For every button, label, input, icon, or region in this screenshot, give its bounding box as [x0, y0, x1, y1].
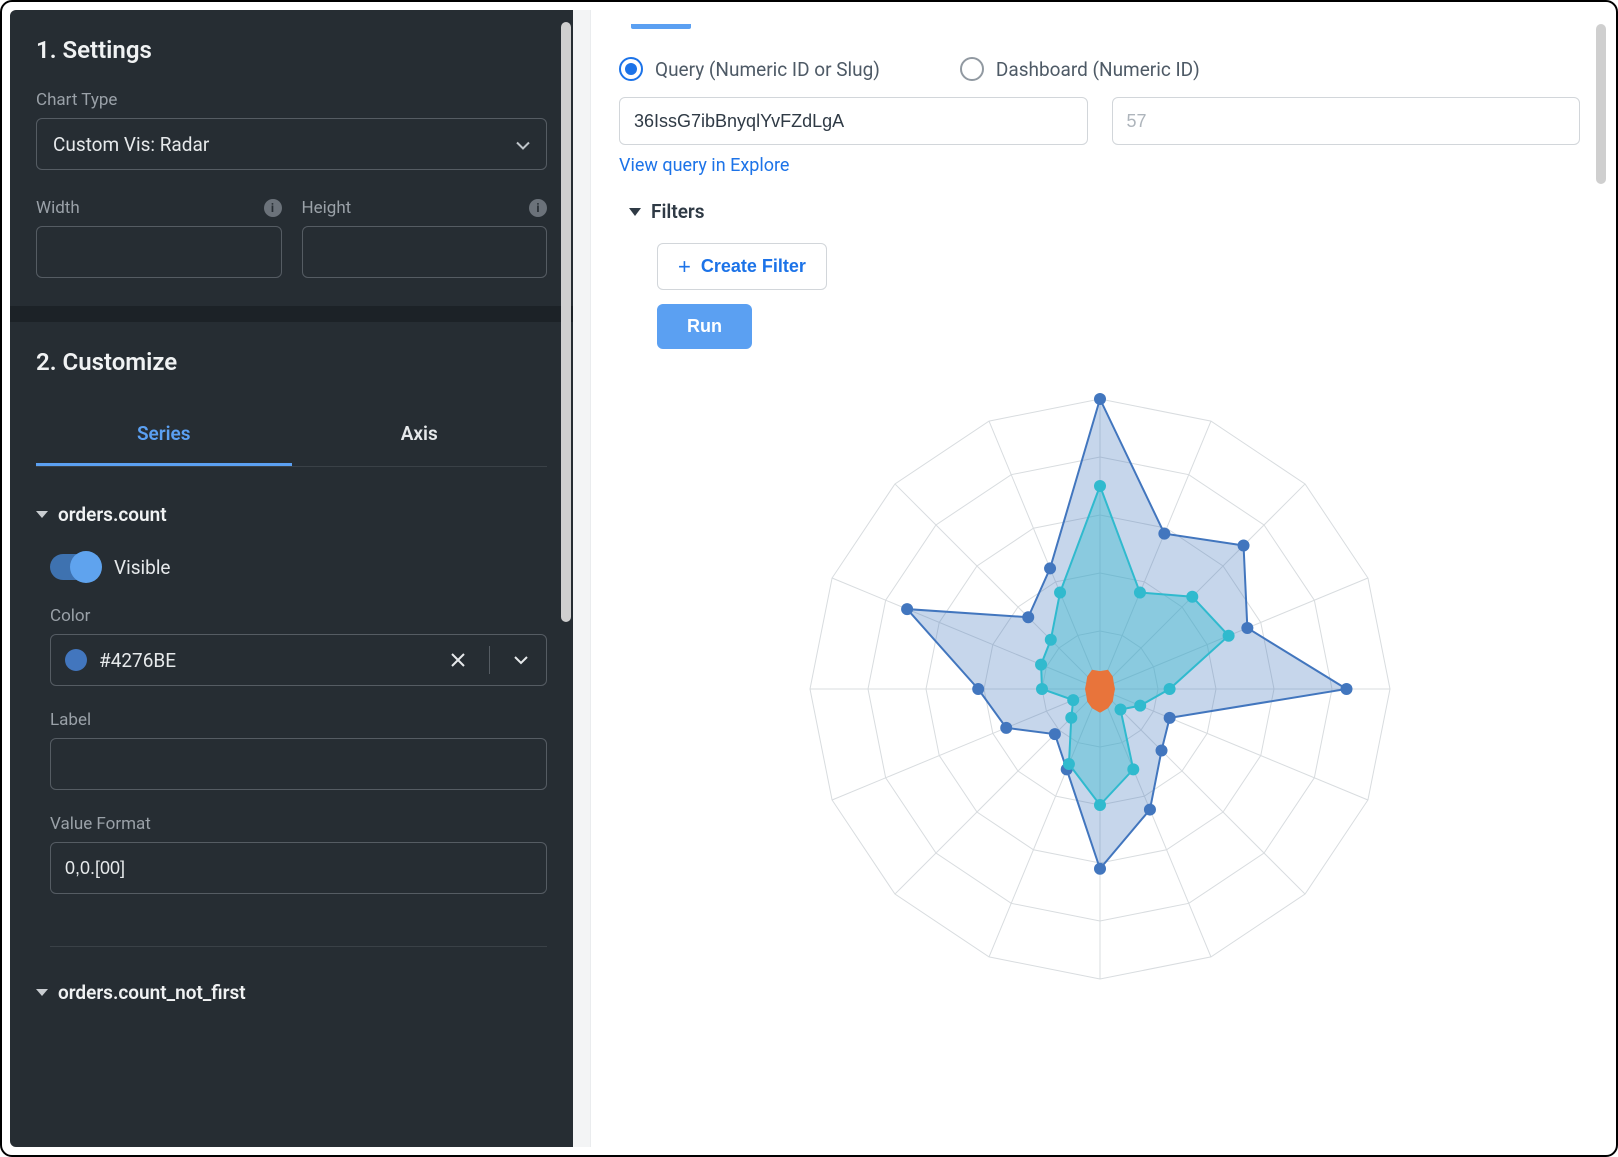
value-format-input[interactable] — [50, 842, 547, 894]
main-panel: Query (Numeric ID or Slug) Dashboard (Nu… — [573, 10, 1608, 1147]
separator — [489, 646, 490, 674]
chevron-down-icon — [36, 989, 48, 996]
source-dashboard-radio[interactable]: Dashboard (Numeric ID) — [960, 57, 1200, 81]
customize-tabs: Series Axis — [36, 402, 547, 467]
settings-panel: 1. Settings Chart Type Custom Vis: Radar… — [36, 10, 547, 278]
chart-type-label: Chart Type — [36, 90, 547, 110]
visible-label: Visible — [114, 556, 171, 579]
chevron-down-icon — [629, 208, 641, 216]
chevron-down-icon — [36, 511, 48, 518]
customize-title: 2. Customize — [36, 348, 547, 376]
radar-chart — [619, 369, 1580, 1009]
settings-title: 1. Settings — [36, 36, 547, 64]
filters-header[interactable]: Filters — [629, 200, 1580, 223]
query-id-input[interactable] — [619, 97, 1088, 145]
width-input[interactable] — [36, 226, 282, 278]
section-divider — [10, 306, 573, 322]
width-label: Width i — [36, 198, 282, 218]
radio-icon — [960, 57, 984, 81]
series-name: orders.count_not_first — [58, 981, 246, 1004]
value-format-label: Value Format — [50, 814, 547, 834]
height-input[interactable] — [302, 226, 548, 278]
color-value: #4276BE — [99, 649, 431, 672]
source-query-radio[interactable]: Query (Numeric ID or Slug) — [619, 57, 880, 81]
dashboard-id-input[interactable] — [1112, 97, 1581, 145]
chart-type-value: Custom Vis: Radar — [53, 133, 209, 156]
customize-panel: 2. Customize Series Axis orders.count — [36, 322, 547, 1004]
info-icon[interactable]: i — [529, 199, 547, 217]
run-button[interactable]: Run — [657, 304, 752, 349]
panel-gutter — [573, 10, 591, 1147]
run-label: Run — [687, 316, 722, 337]
color-swatch — [65, 649, 87, 671]
view-in-explore-link[interactable]: View query in Explore — [619, 155, 789, 176]
series-name: orders.count — [58, 503, 167, 526]
series-header[interactable]: orders.count_not_first — [36, 981, 547, 1004]
series-item: orders.count Visible Color #4276BE — [36, 467, 547, 947]
sidebar-scrollbar[interactable] — [559, 10, 573, 1147]
tab-series[interactable]: Series — [36, 402, 292, 466]
series-item: orders.count_not_first — [36, 947, 547, 1004]
create-filter-label: Create Filter — [701, 256, 806, 277]
close-icon[interactable] — [443, 645, 473, 675]
visible-toggle[interactable] — [50, 554, 100, 580]
chevron-down-icon[interactable] — [506, 645, 536, 675]
color-label: Color — [50, 606, 547, 626]
height-label: Height i — [302, 198, 548, 218]
series-header[interactable]: orders.count — [36, 503, 547, 526]
tab-axis[interactable]: Axis — [292, 402, 548, 466]
active-tab-indicator — [631, 24, 691, 29]
info-icon[interactable]: i — [264, 199, 282, 217]
label-label: Label — [50, 710, 547, 730]
filters-label: Filters — [651, 200, 705, 223]
color-input[interactable]: #4276BE — [50, 634, 547, 686]
query-radio-label: Query (Numeric ID or Slug) — [655, 58, 880, 81]
main-scrollbar[interactable] — [1596, 24, 1606, 184]
chevron-down-icon — [516, 133, 530, 156]
dashboard-radio-label: Dashboard (Numeric ID) — [996, 58, 1200, 81]
radio-icon — [619, 57, 643, 81]
label-input[interactable] — [50, 738, 547, 790]
settings-sidebar: 1. Settings Chart Type Custom Vis: Radar… — [10, 10, 573, 1147]
create-filter-button[interactable]: + Create Filter — [657, 243, 827, 290]
chart-type-select[interactable]: Custom Vis: Radar — [36, 118, 547, 170]
